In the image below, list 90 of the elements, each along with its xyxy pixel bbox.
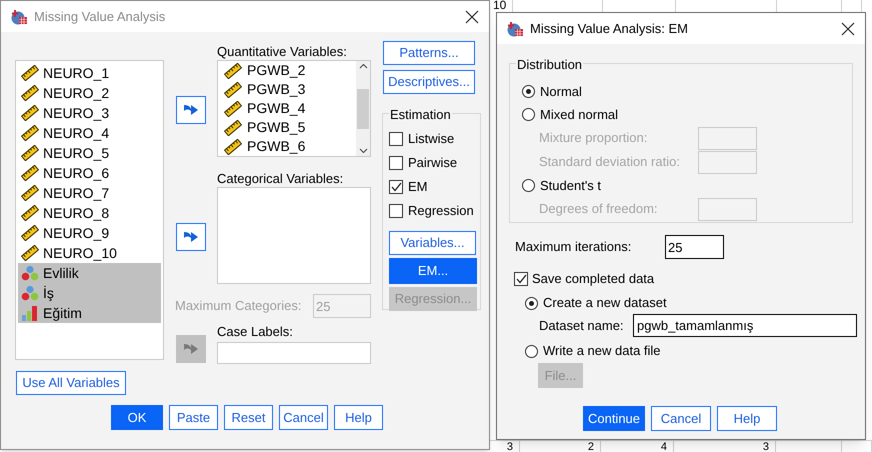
close-icon[interactable] bbox=[841, 22, 855, 36]
check-icon bbox=[516, 274, 526, 284]
input-field[interactable]: pgwb_tamamlanmış bbox=[633, 314, 857, 337]
app-icon bbox=[11, 8, 28, 24]
list-item[interactable]: NEURO_3 bbox=[18, 103, 161, 123]
button[interactable]: Cancel bbox=[279, 405, 328, 430]
button[interactable]: Help bbox=[717, 406, 777, 431]
radio-button[interactable] bbox=[522, 179, 535, 192]
field-label: Degrees of freedom: bbox=[539, 200, 659, 218]
window-title: Missing Value Analysis bbox=[34, 8, 166, 26]
circles-icon bbox=[21, 265, 39, 281]
list-item[interactable]: NEURO_1 bbox=[18, 63, 161, 83]
button[interactable]: Descriptives... bbox=[383, 70, 475, 94]
button[interactable]: Variables... bbox=[389, 231, 476, 255]
radio-label[interactable]: Normal bbox=[540, 82, 582, 102]
list-item[interactable]: NEURO_9 bbox=[18, 223, 161, 243]
chevron-down-icon bbox=[358, 148, 368, 154]
button[interactable]: OK bbox=[111, 405, 163, 430]
checkbox-label[interactable]: Pairwise bbox=[408, 153, 458, 173]
field-label: Case Labels: bbox=[217, 323, 294, 339]
checkbox[interactable] bbox=[389, 204, 403, 218]
arrow-icon bbox=[183, 103, 199, 117]
list-item[interactable]: Eğitim bbox=[18, 303, 161, 323]
cell-text: 10 bbox=[493, 0, 506, 12]
checkbox[interactable] bbox=[389, 180, 403, 194]
button[interactable]: Patterns... bbox=[383, 41, 475, 65]
list-item[interactable]: Evlilik bbox=[18, 263, 161, 283]
checkbox[interactable] bbox=[389, 132, 403, 146]
field-label: Quantitative Variables: bbox=[217, 43, 348, 59]
radio-label[interactable]: Create a new dataset bbox=[543, 293, 667, 313]
field-label: Maximum iterations: bbox=[515, 238, 632, 256]
checkbox[interactable] bbox=[389, 156, 403, 170]
radio-button[interactable] bbox=[522, 85, 535, 98]
field-label: Mixture proportion: bbox=[539, 129, 648, 148]
button[interactable]: EM... bbox=[389, 258, 477, 284]
check-icon bbox=[390, 182, 402, 192]
list-item[interactable]: NEURO_8 bbox=[18, 203, 161, 223]
button[interactable]: Paste bbox=[169, 405, 218, 430]
list-item[interactable]: NEURO_4 bbox=[18, 123, 161, 143]
input-field[interactable] bbox=[217, 342, 371, 364]
cell-text: 3 bbox=[762, 441, 769, 452]
list-item[interactable]: PGWB_6 bbox=[224, 137, 356, 156]
chevron-up-icon bbox=[358, 63, 368, 69]
button[interactable]: Continue bbox=[583, 406, 645, 431]
button[interactable]: Reset bbox=[224, 405, 273, 430]
radio-label[interactable]: Student's t bbox=[540, 176, 602, 196]
input-field[interactable] bbox=[698, 126, 757, 150]
field-label: Dataset name: bbox=[539, 316, 625, 335]
cell-text: 3 bbox=[506, 441, 513, 452]
radio-button[interactable] bbox=[522, 108, 535, 121]
list-item[interactable]: NEURO_6 bbox=[18, 163, 161, 183]
arrow-icon bbox=[183, 342, 199, 356]
list-item[interactable]: NEURO_7 bbox=[18, 183, 161, 203]
field-label: Categorical Variables: bbox=[217, 170, 344, 186]
bar-chart-icon bbox=[21, 305, 39, 321]
input-field[interactable]: 25 bbox=[665, 235, 724, 259]
checkbox-label[interactable]: Listwise bbox=[408, 129, 454, 149]
scrollbar[interactable] bbox=[356, 61, 370, 156]
list-item[interactable]: NEURO_10 bbox=[18, 243, 161, 263]
circles-icon bbox=[21, 285, 39, 301]
input-field[interactable] bbox=[698, 150, 757, 174]
variable-list[interactable]: NEURO_1 NEURO_2 NEURO_3 NEURO_4 NEURO_5 NEURO_6 NEURO_7 NEURO_8 NEURO_9 NEURO_10 Evlilik İş Eğitim bbox=[15, 60, 164, 360]
list-item[interactable]: PGWB_2 bbox=[224, 61, 356, 80]
field-label: Maximum Categories: bbox=[175, 297, 302, 316]
cell-text: 2 bbox=[588, 441, 594, 452]
radio-label[interactable]: Mixed normal bbox=[540, 104, 618, 124]
list-item[interactable]: NEURO_5 bbox=[18, 143, 161, 163]
input-field[interactable] bbox=[698, 198, 757, 220]
button[interactable]: Use All Variables bbox=[16, 371, 126, 395]
cell-text: 4 bbox=[660, 441, 667, 452]
list-item[interactable]: PGWB_3 bbox=[224, 80, 356, 99]
checkbox[interactable] bbox=[514, 272, 528, 286]
field-label: Standard deviation ratio: bbox=[539, 153, 681, 172]
button[interactable]: Help bbox=[334, 405, 383, 430]
list-item[interactable]: NEURO_2 bbox=[18, 83, 161, 103]
list-item[interactable]: PGWB_5 bbox=[224, 118, 356, 137]
move-button[interactable] bbox=[176, 96, 206, 124]
move-button[interactable] bbox=[176, 223, 206, 251]
list-item[interactable]: İş bbox=[18, 283, 161, 303]
checkbox-label[interactable]: Regression bbox=[408, 201, 474, 221]
radio-button[interactable] bbox=[525, 296, 538, 310]
list-item[interactable]: PGWB_4 bbox=[224, 99, 356, 118]
window-title: Missing Value Analysis: EM bbox=[530, 20, 689, 38]
checkbox-label[interactable]: EM bbox=[408, 177, 428, 197]
button[interactable]: Cancel bbox=[651, 406, 711, 431]
arrow-icon bbox=[183, 230, 199, 244]
close-icon[interactable] bbox=[465, 10, 479, 24]
app-icon bbox=[507, 20, 524, 36]
checkbox-label[interactable]: Save completed data bbox=[532, 269, 654, 289]
variable-list[interactable]: PGWB_2 PGWB_3 PGWB_4 PGWB_5 PGWB_6 bbox=[217, 60, 371, 157]
